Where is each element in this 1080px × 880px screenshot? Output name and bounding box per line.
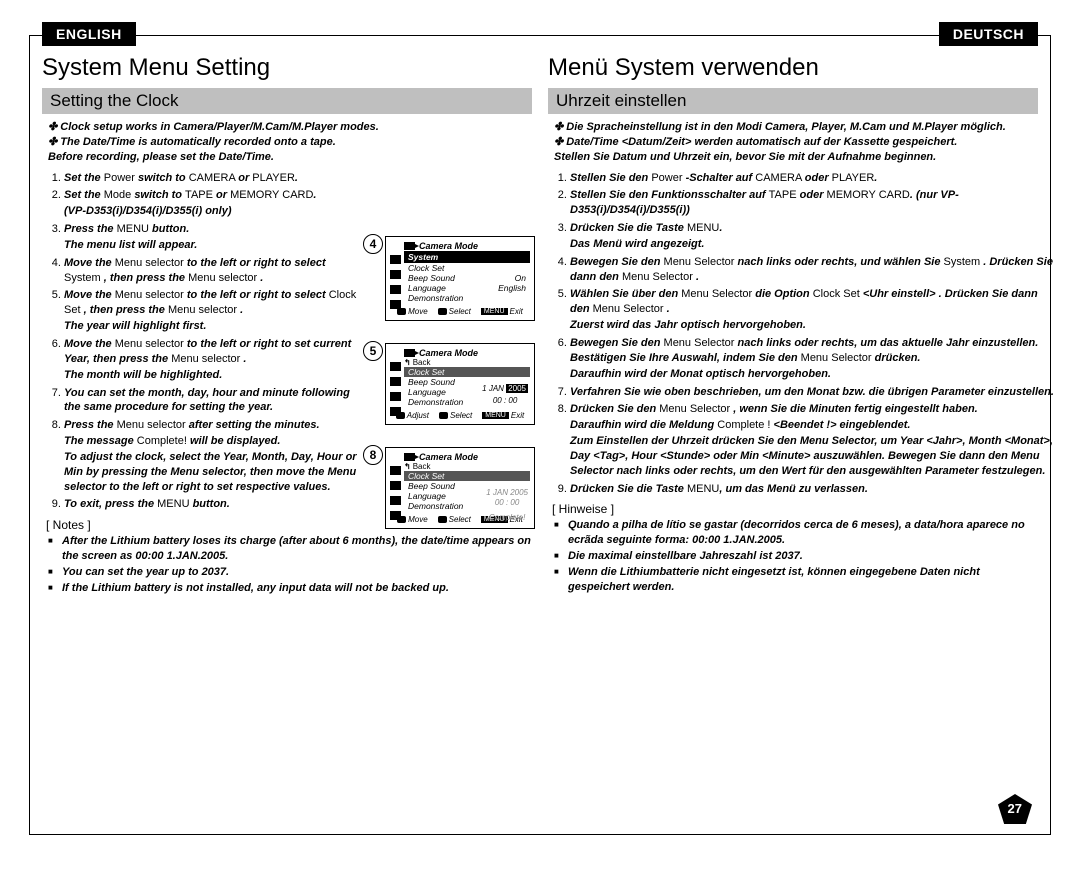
screen-8: Camera Mode ↰Back Clock Set Beep Sound L…: [385, 447, 535, 529]
right-notes: Quando a pilha de lítio se gastar (decor…: [548, 518, 1038, 593]
fig-num-5: 5: [363, 341, 383, 361]
fig-num-8: 8: [363, 445, 383, 465]
right-title: Menü System verwenden: [548, 54, 1038, 82]
left-subhead: Setting the Clock: [42, 88, 532, 114]
camcorder-icon: [404, 242, 415, 250]
figure-5: 5 Camera Mode ↰Back Clock Set Beep Sound…: [385, 343, 536, 425]
page-number: 27: [1008, 801, 1022, 816]
deutsch-column: Menü System verwenden Uhrzeit einstellen…: [540, 36, 1038, 826]
left-title: System Menu Setting: [42, 54, 532, 82]
camcorder-icon: [404, 453, 415, 461]
right-step-6: Bewegen Sie den Menu Selector nach links…: [570, 336, 1060, 382]
figure-column: 4 Camera Mode System Clock Set Beep Soun…: [371, 236, 536, 529]
figure-8: 8 Camera Mode ↰Back Clock Set Beep Sound…: [385, 447, 536, 529]
page-frame: ENGLISH DEUTSCH System Menu Setting Sett…: [29, 35, 1051, 835]
screen-5: Camera Mode ↰Back Clock Set Beep Sound L…: [385, 343, 535, 425]
left-step-5: Move the Menu selector to the left or ri…: [64, 288, 358, 334]
figure-4: 4 Camera Mode System Clock Set Beep Soun…: [385, 236, 536, 321]
manual-page: ENGLISH DEUTSCH System Menu Setting Sett…: [0, 0, 1080, 880]
english-column: System Menu Setting Setting the Clock ✤ …: [42, 36, 540, 826]
right-step-1: Stellen Sie den Power -Schalter auf CAME…: [570, 171, 1060, 186]
left-step-9: To exit, press the MENU button.: [64, 497, 358, 512]
right-step-8: Drücken Sie den Menu Selector , wenn Sie…: [570, 402, 1060, 478]
left-step-6: Move the Menu selector to the left or ri…: [64, 337, 358, 383]
right-steps: Stellen Sie den Power -Schalter auf CAME…: [548, 171, 1060, 497]
right-step-3: Drücken Sie die Taste MENU.Das Menü wird…: [570, 221, 1060, 252]
fig-num-4: 4: [363, 234, 383, 254]
date-complete: 1 JAN 2005 00 : 00 Complete!: [486, 488, 528, 523]
screen-footer: Move Select MENUExit: [390, 307, 530, 316]
right-notes-head: [ Hinweise ]: [552, 502, 1038, 516]
right-step-4: Bewegen Sie den Menu Selector nach links…: [570, 255, 1060, 285]
right-step-2: Stellen Sie den Funktionsschalter auf TA…: [570, 188, 1060, 218]
right-step-9: Drücken Sie die Taste MENU, um das Menü …: [570, 482, 1060, 497]
system-bar: System: [404, 251, 530, 263]
left-intro: ✤ Clock setup works in Camera/Player/M.C…: [42, 120, 532, 165]
left-step-3: Press the MENU button.The menu list will…: [64, 222, 358, 253]
camcorder-icon: [404, 349, 415, 357]
menu-4: Clock Set Beep SoundOn LanguageEnglish D…: [404, 263, 530, 303]
right-step-7: Verfahren Sie wie oben beschrieben, um d…: [570, 385, 1060, 400]
left-notes: After the Lithium battery loses its char…: [42, 534, 532, 595]
left-step-1: Set the Power switch to CAMERA or PLAYER…: [64, 171, 358, 186]
left-step-2: Set the Mode switch to TAPE or MEMORY CA…: [64, 188, 358, 219]
right-subhead: Uhrzeit einstellen: [548, 88, 1038, 114]
date-highlight: 1 JAN 2005 00 : 00: [482, 384, 528, 405]
left-steps: Set the Power switch to CAMERA or PLAYER…: [42, 171, 358, 513]
screen-4: Camera Mode System Clock Set Beep SoundO…: [385, 236, 535, 321]
left-step-4: Move the Menu selector to the left or ri…: [64, 256, 358, 286]
left-step-7: You can set the month, day, hour and min…: [64, 386, 358, 416]
back-row: ↰Back: [404, 358, 530, 367]
left-step-8: Press the Menu selector after setting th…: [64, 418, 358, 494]
right-step-5: Wählen Sie über den Menu Selector die Op…: [570, 287, 1060, 333]
right-intro: ✤ Die Spracheinstellung ist in den Modi …: [548, 120, 1038, 165]
side-icons: [390, 255, 401, 309]
